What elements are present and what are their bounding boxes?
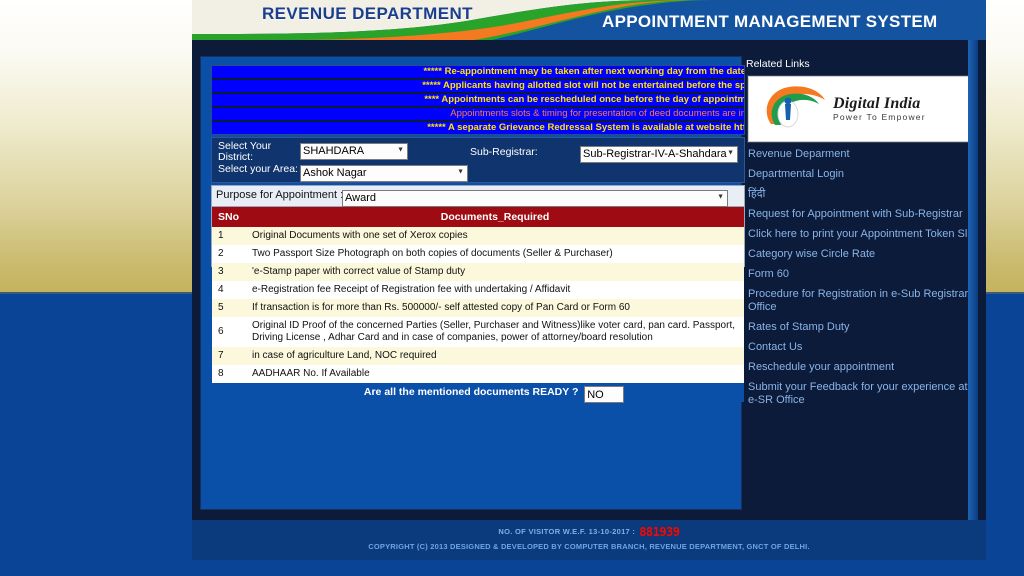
col-header-sno: SNo [212,207,246,227]
row-document: AADHAAR No. If Available [246,365,744,383]
marquee-text: **** Appointments can be rescheduled onc… [424,93,744,105]
col-header-documents: Documents_Required [246,207,744,227]
related-links-sidebar: Related Links Digital India Power To Emp… [744,56,980,508]
row-document: Original ID Proof of the concerned Parti… [246,317,744,347]
logo-tagline: Power To Empower [833,112,926,123]
row-sno: 4 [212,281,246,299]
sidebar-link-registration-procedure[interactable]: Procedure for Registration in e-Sub Regi… [748,288,976,314]
table-row: 7 in case of agriculture Land, NOC requi… [212,347,744,365]
row-document: Original Documents with one set of Xerox… [246,227,744,245]
marquee-line: ***** Re-appointment may be taken after … [212,66,744,79]
sidebar-links: Revenue Deparment Departmental Login हिं… [748,148,976,414]
table-header-row: SNo Documents_Required [212,207,744,227]
page-root: REVENUE DEPARTMENT APPOINTMENT MANAGEMEN… [0,0,1024,576]
site-header: REVENUE DEPARTMENT APPOINTMENT MANAGEMEN… [192,0,986,40]
table-row: 1 Original Documents with one set of Xer… [212,227,744,245]
purpose-label: Purpose for Appointment : [216,189,344,201]
row-document: e-Registration fee Receipt of Registrati… [246,281,744,299]
row-document: If transaction is for more than Rs. 5000… [246,299,744,317]
marquee-text: ***** A separate Grievance Redressal Sys… [427,121,744,133]
visitor-counter-row: NO. OF VISITOR W.E.F. 13-10-2017 :881939 [192,525,986,539]
row-document: Two Passport Size Photograph on both cop… [246,245,744,263]
visitor-label: NO. OF VISITOR W.E.F. 13-10-2017 : [498,527,636,536]
marquee-text: ***** Re-appointment may be taken after … [423,66,744,77]
marquee-line: ***** Applicants having allotted slot wi… [212,79,744,93]
sidebar-link-feedback[interactable]: Submit your Feedback for your experience… [748,381,976,407]
logo-text: Digital India Power To Empower [833,94,926,123]
district-label: Select Your District: [218,140,272,163]
header-right-title: APPOINTMENT MANAGEMENT SYSTEM [602,12,938,31]
documents-table-body: 1 Original Documents with one set of Xer… [212,227,744,403]
subregistrar-select[interactable]: Sub-Registrar-IV-A-Shahdara [580,145,738,163]
table-row: 6 Original ID Proof of the concerned Par… [212,317,744,347]
row-sno: 8 [212,365,246,383]
sidebar-link-reschedule[interactable]: Reschedule your appointment [748,361,976,374]
sidebar-title: Related Links [746,58,810,70]
area-select[interactable]: Ashok Nagar [300,164,468,182]
sidebar-link-print-token-slip[interactable]: Click here to print your Appointment Tok… [748,228,976,241]
content-area: ***** Re-appointment may be taken after … [200,56,745,510]
sidebar-link-departmental-login[interactable]: Departmental Login [748,168,976,181]
copyright-text: COPYRIGHT (C) 2013 DESIGNED & DEVELOPED … [368,542,810,551]
logo-title: Digital India [833,94,921,112]
digital-india-logo: Digital India Power To Empower [748,76,974,142]
table-row: 8 AADHAAR No. If Available [212,365,744,383]
subregistrar-select-wrap[interactable]: Sub-Registrar-IV-A-Shahdara ▼ [580,144,738,163]
purpose-row: Purpose for Appointment : Award ▼ [212,186,744,207]
sidebar-link-circle-rate[interactable]: Category wise Circle Rate [748,248,976,261]
subregistrar-label: Sub-Registrar: [470,146,538,158]
row-document: 'e-Stamp paper with correct value of Sta… [246,263,744,281]
table-row: 5 If transaction is for more than Rs. 50… [212,299,744,317]
sidebar-link-hindi[interactable]: हिंदी [748,188,976,201]
table-row: 4 e-Registration fee Receipt of Registra… [212,281,744,299]
row-sno: 3 [212,263,246,281]
ready-cell: Are all the mentioned documents READY ? … [212,383,744,403]
sidebar-link-form-60[interactable]: Form 60 [748,268,976,281]
ready-select[interactable]: NO [584,386,625,403]
row-sno: 2 [212,245,246,263]
ready-row: Are all the mentioned documents READY ? … [212,383,744,403]
digital-india-emblem-icon [766,86,825,128]
visitor-count: 881939 [639,525,680,539]
documents-card: Purpose for Appointment : Award ▼ SNo Do… [211,185,745,403]
footer-bottom-bar [0,562,1024,576]
area-select-wrap[interactable]: Ashok Nagar ▼ [300,163,468,182]
table-row: 2 Two Passport Size Photograph on both c… [212,245,744,263]
ready-label: Are all the mentioned documents READY ? [363,386,579,398]
marquee-line: Appointments slots & timing for presenta… [212,107,744,121]
marquee-text: ***** Applicants having allotted slot wi… [422,79,744,91]
notice-marquee: ***** Re-appointment may be taken after … [211,65,745,135]
ready-select-wrap[interactable]: NO ▼ [584,386,625,403]
marquee-line: **** Appointments can be rescheduled onc… [212,93,744,107]
panel-inner: ***** Re-appointment may be taken after … [192,40,986,520]
sidebar-link-contact-us[interactable]: Contact Us [748,341,976,354]
district-select-wrap[interactable]: SHAHDARA ▼ [300,141,408,160]
sidebar-link-stamp-duty-rates[interactable]: Rates of Stamp Duty [748,321,976,334]
purpose-select-wrap[interactable]: Award ▼ [342,188,728,207]
documents-table-head: SNo Documents_Required [212,207,744,227]
table-row: 3 'e-Stamp paper with correct value of S… [212,263,744,281]
row-sno: 6 [212,317,246,347]
header-left-title: REVENUE DEPARTMENT [262,4,473,23]
sidebar-link-revenue-department[interactable]: Revenue Deparment [748,148,976,161]
row-sno: 7 [212,347,246,365]
district-select[interactable]: SHAHDARA [300,142,408,160]
row-sno: 5 [212,299,246,317]
row-sno: 1 [212,227,246,245]
main-panel: ***** Re-appointment may be taken after … [192,40,986,520]
documents-table: SNo Documents_Required 1 Original Docume… [212,207,744,403]
sidebar-link-request-appointment[interactable]: Request for Appointment with Sub-Registr… [748,208,976,221]
marquee-line: ***** A separate Grievance Redressal Sys… [212,121,744,134]
area-label: Select your Area: [218,163,298,175]
site-footer: NO. OF VISITOR W.E.F. 13-10-2017 :881939… [192,520,986,560]
purpose-select[interactable]: Award [342,189,728,207]
marquee-text: Appointments slots & timing for presenta… [450,107,744,119]
row-document: in case of agriculture Land, NOC require… [246,347,744,365]
sidebar-right-stripe [968,40,978,520]
location-selector-panel: Select Your District: SHAHDARA ▼ Sub-Reg… [211,137,745,183]
